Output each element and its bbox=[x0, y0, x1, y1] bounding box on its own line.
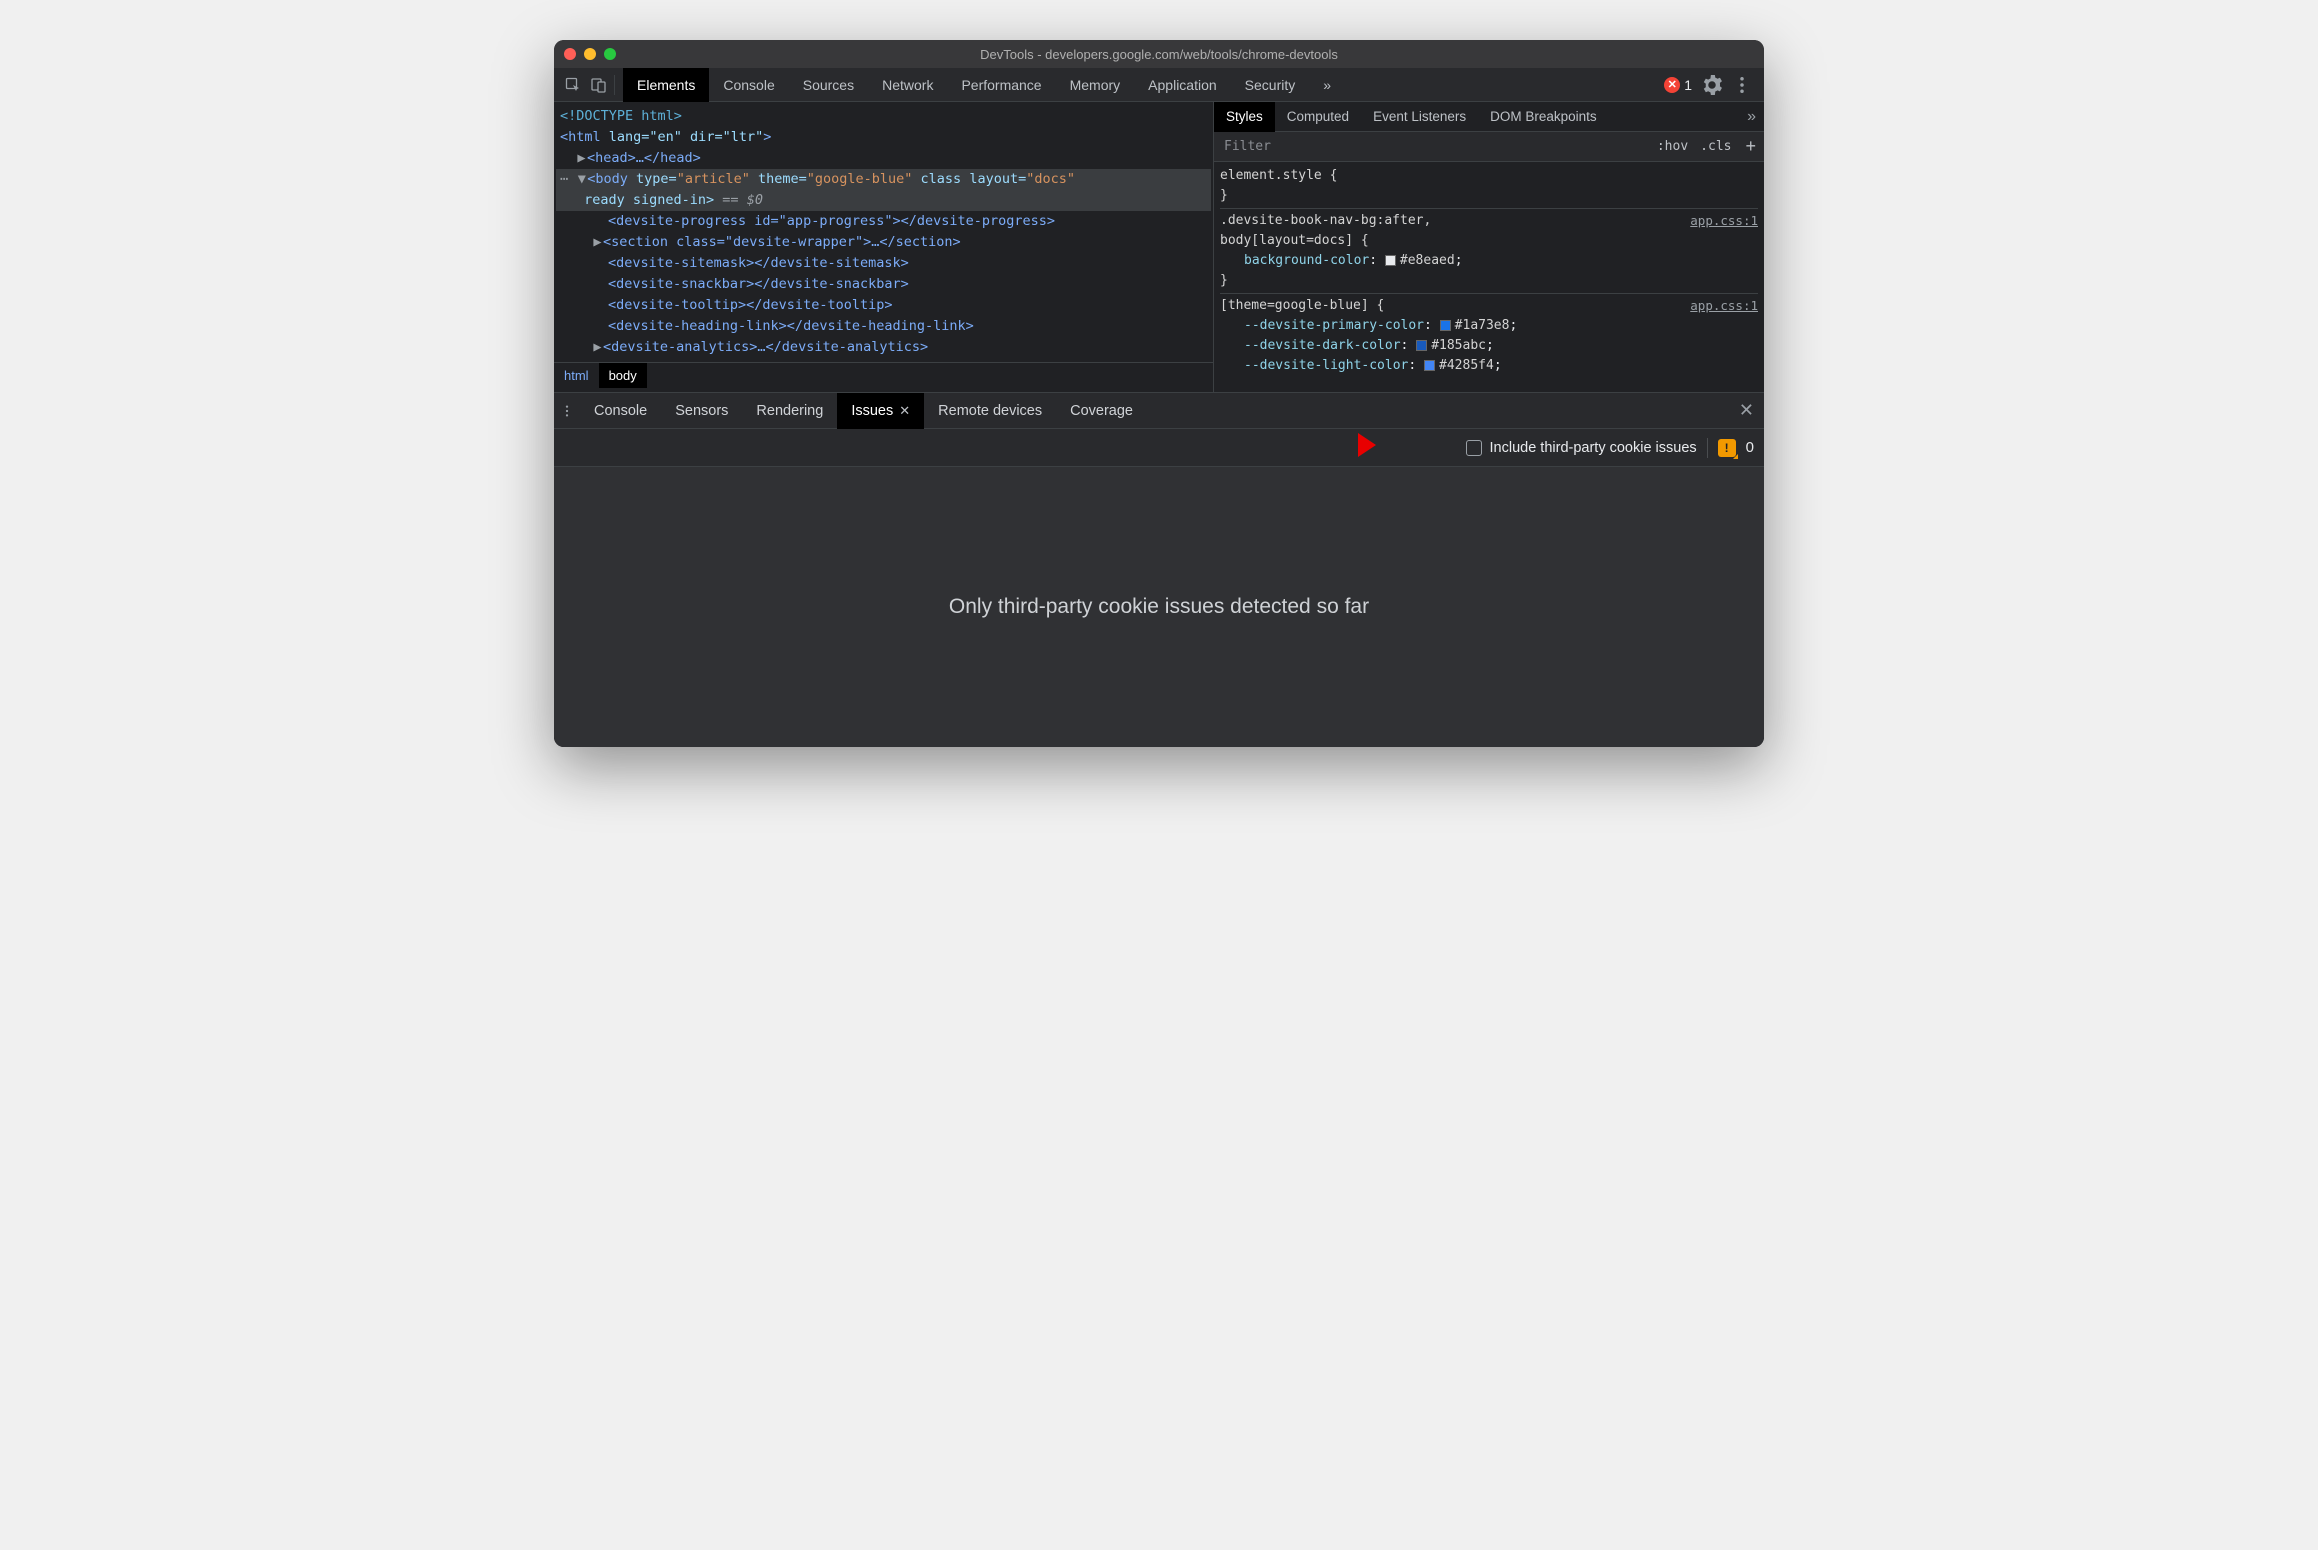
stab-dom-breakpoints[interactable]: DOM Breakpoints bbox=[1478, 102, 1609, 132]
traffic-lights bbox=[564, 48, 616, 60]
styles-filter-row: :hov .cls + bbox=[1214, 132, 1764, 162]
rule-source[interactable]: app.css:1 bbox=[1690, 296, 1758, 316]
styles-tabs: Styles Computed Event Listeners DOM Brea… bbox=[1214, 102, 1764, 132]
drawer-tab-coverage[interactable]: Coverage bbox=[1056, 393, 1147, 429]
stab-more[interactable]: » bbox=[1739, 108, 1764, 126]
drawer-tab-issues[interactable]: Issues✕ bbox=[837, 393, 924, 429]
close-button[interactable] bbox=[564, 48, 576, 60]
issues-toolbar: Include third-party cookie issues ! 0 bbox=[554, 429, 1764, 467]
tab-console[interactable]: Console bbox=[709, 68, 788, 102]
tab-sources[interactable]: Sources bbox=[789, 68, 868, 102]
dom-tree[interactable]: <!DOCTYPE html> <html lang="en" dir="ltr… bbox=[554, 102, 1213, 362]
drawer-tabs: Console Sensors Rendering Issues✕ Remote… bbox=[554, 393, 1764, 429]
issues-empty-state: Only third-party cookie issues detected … bbox=[554, 467, 1764, 747]
tab-elements[interactable]: Elements bbox=[623, 68, 709, 102]
drawer-tab-sensors[interactable]: Sensors bbox=[661, 393, 742, 429]
main-area: <!DOCTYPE html> <html lang="en" dir="ltr… bbox=[554, 102, 1764, 392]
tab-security[interactable]: Security bbox=[1231, 68, 1310, 102]
drawer: Console Sensors Rendering Issues✕ Remote… bbox=[554, 392, 1764, 747]
more-menu-icon[interactable] bbox=[1732, 75, 1752, 95]
panel-tabs: Elements Console Sources Network Perform… bbox=[623, 68, 1345, 102]
error-icon: ✕ bbox=[1664, 77, 1680, 93]
tab-application[interactable]: Application bbox=[1134, 68, 1231, 102]
third-party-checkbox-label[interactable]: Include third-party cookie issues bbox=[1466, 440, 1697, 456]
devtools-window: DevTools - developers.google.com/web/too… bbox=[554, 40, 1764, 747]
inspect-icon[interactable] bbox=[560, 72, 586, 98]
separator bbox=[1707, 438, 1708, 458]
tab-memory[interactable]: Memory bbox=[1056, 68, 1135, 102]
crumb-body[interactable]: body bbox=[599, 363, 647, 388]
tab-performance[interactable]: Performance bbox=[947, 68, 1055, 102]
settings-icon[interactable] bbox=[1702, 75, 1722, 95]
drawer-tab-remote[interactable]: Remote devices bbox=[924, 393, 1056, 429]
window-title: DevTools - developers.google.com/web/too… bbox=[554, 47, 1764, 62]
third-party-checkbox[interactable] bbox=[1466, 440, 1482, 456]
issues-count-icon[interactable]: ! bbox=[1718, 439, 1736, 457]
rule-source[interactable]: app.css:1 bbox=[1690, 211, 1758, 231]
main-toolbar: Elements Console Sources Network Perform… bbox=[554, 68, 1764, 102]
styles-filter-input[interactable] bbox=[1214, 139, 1651, 154]
annotation-arrow bbox=[1334, 427, 1376, 468]
error-indicator[interactable]: ✕ 1 bbox=[1664, 77, 1692, 93]
color-swatch[interactable] bbox=[1440, 320, 1451, 331]
minimize-button[interactable] bbox=[584, 48, 596, 60]
stab-styles[interactable]: Styles bbox=[1214, 102, 1275, 132]
drawer-tab-rendering[interactable]: Rendering bbox=[742, 393, 837, 429]
elements-panel: <!DOCTYPE html> <html lang="en" dir="ltr… bbox=[554, 102, 1214, 392]
issues-count: 0 bbox=[1746, 439, 1754, 456]
tab-network[interactable]: Network bbox=[868, 68, 947, 102]
device-toggle-icon[interactable] bbox=[586, 72, 612, 98]
stab-computed[interactable]: Computed bbox=[1275, 102, 1361, 132]
titlebar: DevTools - developers.google.com/web/too… bbox=[554, 40, 1764, 68]
error-count: 1 bbox=[1684, 77, 1692, 93]
hov-toggle[interactable]: :hov bbox=[1651, 139, 1694, 154]
zoom-button[interactable] bbox=[604, 48, 616, 60]
separator bbox=[614, 75, 615, 95]
selected-node[interactable]: ⋯ ▼<body type="article" theme="google-bl… bbox=[556, 169, 1211, 211]
drawer-menu-icon[interactable] bbox=[554, 404, 580, 418]
styles-rules[interactable]: element.style { } app.css:1 .devsite-boo… bbox=[1214, 162, 1764, 392]
color-swatch[interactable] bbox=[1416, 340, 1427, 351]
tab-more[interactable]: » bbox=[1309, 68, 1345, 102]
close-tab-icon[interactable]: ✕ bbox=[899, 393, 910, 429]
dom-doctype: <!DOCTYPE html> bbox=[560, 108, 682, 124]
drawer-tab-console[interactable]: Console bbox=[580, 393, 661, 429]
color-swatch[interactable] bbox=[1424, 360, 1435, 371]
new-style-rule-icon[interactable]: + bbox=[1737, 136, 1764, 157]
cls-toggle[interactable]: .cls bbox=[1694, 139, 1737, 154]
breadcrumb: html body bbox=[554, 362, 1213, 388]
crumb-html[interactable]: html bbox=[554, 363, 599, 388]
styles-panel: Styles Computed Event Listeners DOM Brea… bbox=[1214, 102, 1764, 392]
stab-listeners[interactable]: Event Listeners bbox=[1361, 102, 1478, 132]
color-swatch[interactable] bbox=[1385, 255, 1396, 266]
drawer-close-icon[interactable]: ✕ bbox=[1729, 400, 1764, 421]
